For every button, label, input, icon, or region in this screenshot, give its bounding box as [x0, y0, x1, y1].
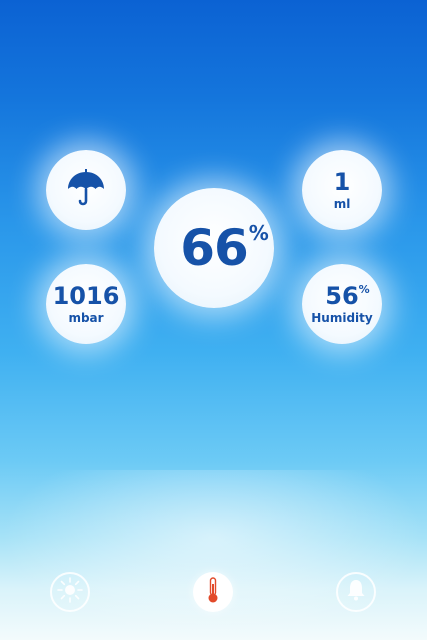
main-value-bubble[interactable]: 66%	[154, 188, 274, 308]
precipitation-unit: ml	[333, 196, 351, 211]
main-value-percent-sign: %	[248, 221, 269, 245]
bell-icon	[344, 577, 368, 607]
humidity-bubble[interactable]: 56% Humidity	[302, 264, 382, 344]
main-value: 66%	[180, 223, 269, 273]
main-value-number: 66	[180, 219, 249, 277]
pressure-bubble[interactable]: 1016 mbar	[46, 264, 126, 344]
bottom-nav	[0, 572, 427, 616]
humidity-value: 56%	[325, 281, 369, 310]
umbrella-icon	[65, 167, 107, 213]
precipitation-bubble[interactable]: 1 ml	[302, 150, 382, 230]
humidity-percent-sign: %	[358, 282, 370, 296]
sun-button[interactable]	[50, 572, 90, 612]
pressure-value: 1016	[52, 281, 120, 310]
thermometer-icon	[201, 575, 225, 609]
pressure-unit: mbar	[68, 310, 104, 325]
sun-icon	[56, 576, 84, 608]
bell-button[interactable]	[336, 572, 376, 612]
humidity-value-number: 56	[325, 281, 359, 310]
precipitation-value: 1	[333, 167, 351, 196]
humidity-label: Humidity	[311, 310, 373, 325]
rain-chance-bubble[interactable]	[46, 150, 126, 230]
thermometer-button[interactable]	[193, 572, 233, 612]
